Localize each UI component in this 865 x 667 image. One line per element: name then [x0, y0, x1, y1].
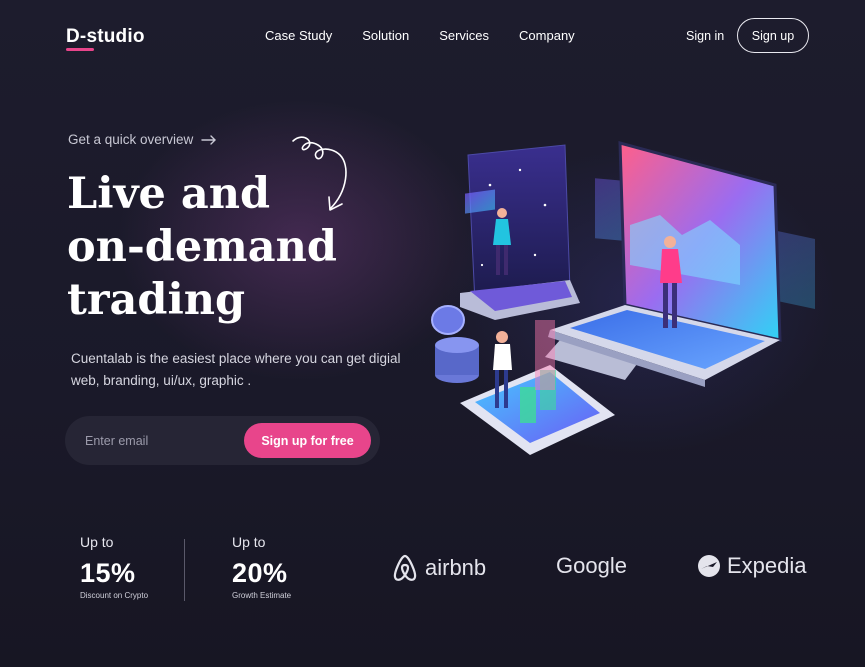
quick-overview-link[interactable]: Get a quick overview: [68, 132, 217, 147]
isometric-trading-illustration: [431, 141, 815, 455]
hero-subtitle: Cuentalab is the easiest place where you…: [71, 351, 401, 388]
sign-in-link[interactable]: Sign in: [686, 29, 724, 43]
stat-caption: Growth Estimate: [232, 591, 292, 600]
email-input[interactable]: [85, 428, 235, 453]
brand-expedia-label: Expedia: [727, 553, 807, 578]
main-nav: Case Study Solution Services Company: [265, 28, 575, 43]
nav-company[interactable]: Company: [519, 28, 575, 43]
nav-solution[interactable]: Solution: [362, 28, 409, 43]
brand-airbnb-label: airbnb: [425, 555, 487, 580]
stats-divider: [184, 539, 185, 601]
headline-line-1: Live and: [67, 169, 271, 219]
stat-prefix: Up to: [232, 534, 266, 550]
headline-line-3: trading: [67, 275, 246, 325]
stat-value: 20%: [232, 558, 288, 588]
brand-expedia: Expedia: [697, 553, 807, 579]
brand-google-label: Google: [556, 553, 627, 578]
sign-up-free-button[interactable]: Sign up for free: [244, 423, 371, 458]
nav-services[interactable]: Services: [439, 28, 489, 43]
arrow-right-icon: [201, 134, 217, 145]
brand-airbnb: airbnb: [391, 553, 486, 583]
stat-prefix: Up to: [80, 534, 114, 550]
sign-up-button[interactable]: Sign up: [737, 18, 809, 53]
logo[interactable]: D-studio: [66, 26, 145, 48]
logo-underline: [66, 48, 94, 51]
expedia-globe-icon: [698, 555, 720, 577]
stat-caption: Discount on Crypto: [80, 591, 149, 600]
coin-stack-graphic: [431, 305, 479, 383]
hero-headline: Live and on-demand trading: [67, 168, 337, 327]
phone-graphic: [460, 144, 580, 320]
stat-growth: Up to 20% Growth Estimate: [232, 534, 291, 600]
headline-line-2: on-demand: [67, 222, 337, 272]
stat-value: 15%: [80, 558, 136, 588]
nav-case-study[interactable]: Case Study: [265, 28, 332, 43]
airbnb-logo-icon: [393, 554, 417, 581]
email-signup-form: Sign up for free: [65, 416, 380, 465]
quick-overview-label: Get a quick overview: [68, 132, 194, 147]
brand-google: Google: [556, 553, 627, 579]
stat-discount: Up to 15% Discount on Crypto: [80, 534, 148, 600]
